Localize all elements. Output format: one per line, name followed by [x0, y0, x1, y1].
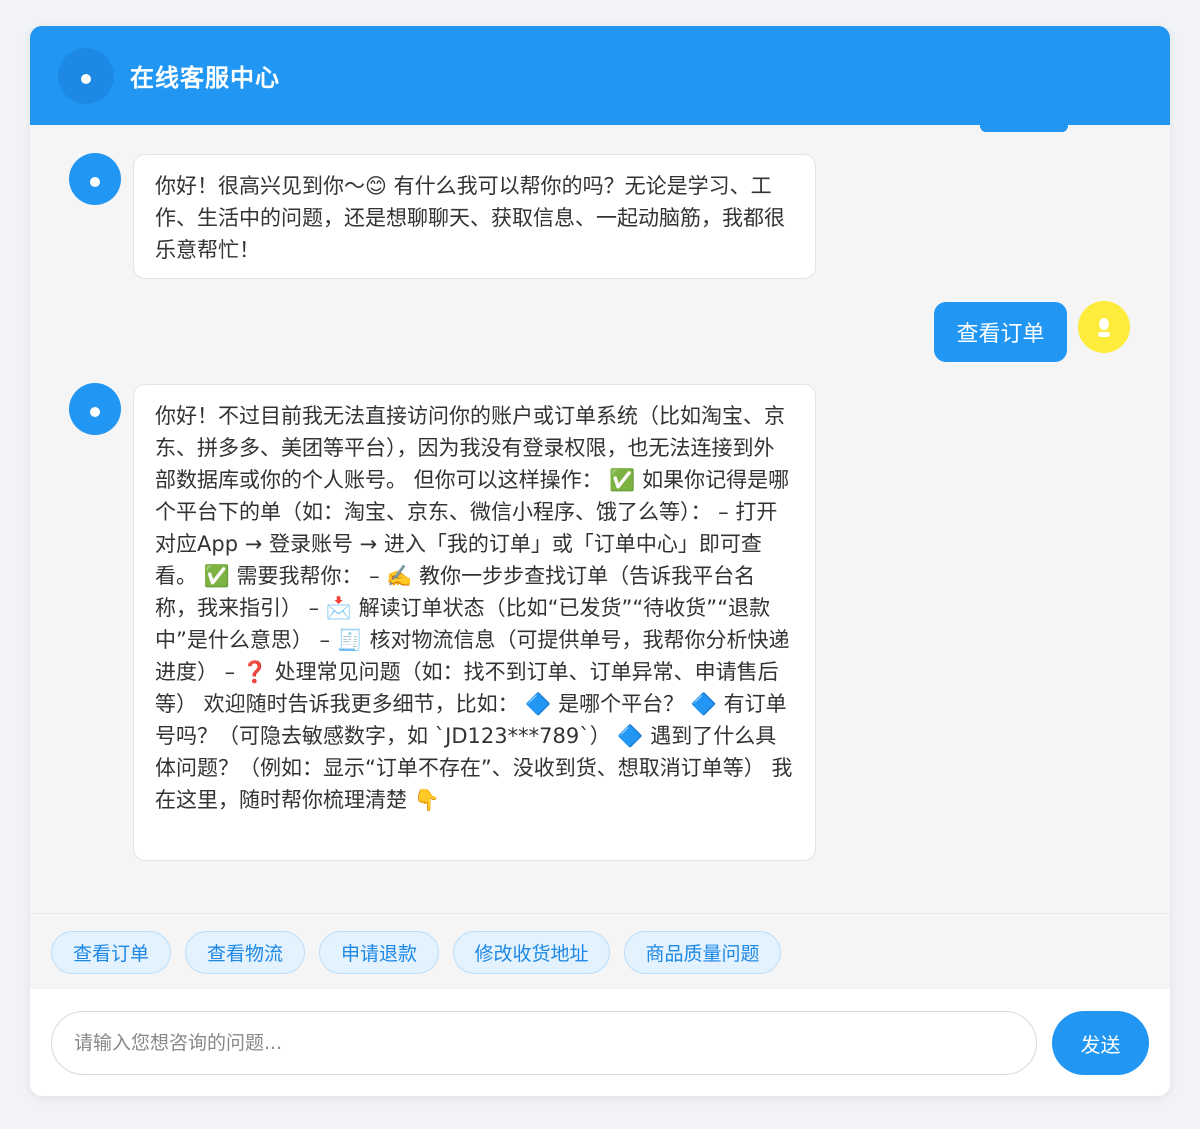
user-message: 查看订单 — [934, 302, 1067, 362]
bot-message: 你好！不过目前我无法直接访问你的账户或订单系统（比如淘宝、京东、拼多多、美团等平… — [133, 384, 816, 861]
message-list[interactable]: 你好！很高兴见到你～😊 有什么我可以帮你的吗？无论是学习、工作、生活中的问题，还… — [30, 125, 1170, 913]
chat-window: 在线客服中心 你好！很高兴见到你～😊 有什么我可以帮你的吗？无论是学习、工作、生… — [30, 26, 1170, 1096]
bot-avatar-icon — [69, 153, 121, 205]
quick-reply-refund[interactable]: 申请退款 — [319, 931, 439, 974]
bot-avatar-icon — [69, 383, 121, 435]
input-bar: 发送 — [30, 989, 1170, 1096]
header-bar: 在线客服中心 — [30, 26, 1170, 125]
quick-reply-bar: 查看订单 查看物流 申请退款 修改收货地址 商品质量问题 — [30, 913, 1170, 989]
quick-reply-change-address[interactable]: 修改收货地址 — [453, 931, 610, 974]
service-logo-icon — [58, 47, 114, 104]
bot-message: 你好！很高兴见到你～😊 有什么我可以帮你的吗？无论是学习、工作、生活中的问题，还… — [133, 154, 816, 279]
quick-reply-quality-issue[interactable]: 商品质量问题 — [624, 931, 781, 974]
send-button[interactable]: 发送 — [1052, 1011, 1149, 1075]
quick-reply-view-order[interactable]: 查看订单 — [51, 931, 171, 974]
message-input[interactable] — [51, 1011, 1037, 1075]
quick-reply-view-logistics[interactable]: 查看物流 — [185, 931, 305, 974]
user-avatar-icon — [1078, 301, 1130, 353]
page-title: 在线客服中心 — [130, 64, 280, 92]
